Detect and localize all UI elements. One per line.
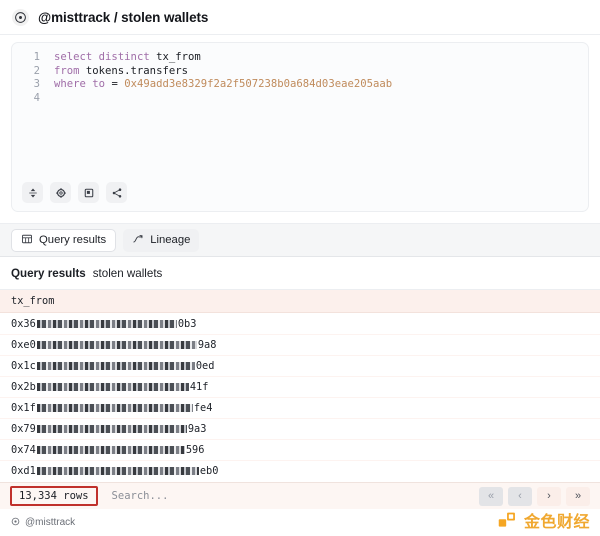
author-handle[interactable]: @misttrack (11, 517, 75, 529)
next-page-button[interactable]: › (537, 486, 561, 506)
sql-keyword: where (54, 78, 86, 91)
column-header-tx-from: tx_from (11, 295, 55, 307)
results-subtitle: stolen wallets (92, 267, 163, 280)
table-row[interactable]: 0x2b 41f (0, 376, 600, 397)
tab-lineage[interactable]: Lineage (123, 228, 200, 252)
search-input[interactable] (107, 490, 469, 502)
results-table-body: 0x36 0b3 0xe0 9a8 0x1c 0ed 0x2b 41f 0x1f fe4 … (0, 313, 600, 481)
address-prefix: 0x1f (11, 402, 36, 414)
table-icon (21, 233, 33, 248)
app-root: @misttrack / stolen wallets 1 select dis… (0, 0, 600, 536)
address-suffix: 9a3 (187, 423, 207, 435)
address-suffix: 9a8 (197, 339, 217, 351)
tab-label: Query results (39, 234, 107, 246)
watermark-text: 金色财经 (523, 512, 590, 531)
page-header: @misttrack / stolen wallets (0, 0, 600, 34)
line-number: 1 (33, 51, 40, 63)
sql-literal-address: 0x49add3e8329f2a2f507238b0a684d03eae205a… (124, 78, 393, 91)
editor-toolbar (22, 182, 127, 203)
sql-editor[interactable]: 1 select distinct tx_from 2 from tokens.… (11, 42, 589, 212)
last-page-button[interactable]: » (566, 486, 590, 506)
gear-icon[interactable] (50, 182, 71, 203)
redacted-address-block (36, 319, 177, 328)
address-prefix: 0xe0 (11, 339, 36, 351)
results-header: Query results stolen wallets (0, 257, 600, 290)
table-row[interactable]: 0xe0 9a8 (0, 334, 600, 355)
redacted-address-block (36, 446, 185, 454)
address-prefix: 0x79 (11, 423, 36, 435)
redacted-address-block (36, 383, 189, 391)
redacted-address-block (36, 467, 199, 475)
redacted-address-block (36, 362, 195, 370)
results-title: Query results (11, 267, 86, 280)
table-row[interactable]: 0x74 596 (0, 439, 600, 460)
target-circle-small-icon (11, 517, 20, 529)
first-page-button[interactable]: « (479, 486, 503, 506)
line-number: 4 (33, 91, 40, 104)
watermark: 金色财经 (497, 508, 590, 532)
table-column-header[interactable]: tx_from (0, 290, 600, 313)
rows-count-label: 13,334 rows (19, 490, 89, 502)
jinse-logo-icon (497, 510, 518, 531)
table-row[interactable]: 0xd1 eb0 (0, 460, 600, 481)
sql-keyword: from (54, 64, 80, 77)
table-row[interactable]: 0x36 0b3 (0, 313, 600, 334)
code-text: from tokens.transfers (45, 65, 188, 79)
bottom-strip: @misttrack 金色财经 (0, 509, 600, 536)
line-number: 3 (33, 78, 40, 91)
address-suffix: eb0 (199, 465, 219, 477)
address-suffix: fe4 (193, 402, 213, 414)
line-number: 2 (33, 64, 40, 77)
header-divider (0, 34, 600, 35)
address-prefix: 0x36 (11, 317, 36, 330)
address-prefix: 0xd1 (11, 465, 36, 477)
address-suffix: 0ed (195, 360, 215, 372)
redacted-address-block (36, 341, 197, 349)
sql-keyword: distinct (98, 51, 150, 63)
code-text: where to = 0x49add3e8329f2a2f507238b0a68… (45, 78, 392, 92)
table-row[interactable]: 0x79 9a3 (0, 418, 600, 439)
sql-identifier: tx_from (156, 51, 201, 63)
tab-query-results[interactable]: Query results (11, 228, 117, 252)
lineage-icon (132, 233, 144, 248)
address-prefix: 0x1c (11, 360, 36, 372)
rows-count-badge: 13,334 rows (10, 486, 98, 506)
results-footer: 13,334 rows « ‹ › » (0, 482, 600, 509)
share-icon[interactable] (106, 182, 127, 203)
results-tabbar: Query results Lineage (0, 223, 600, 257)
address-prefix: 0x74 (11, 444, 36, 456)
sql-keyword: select (54, 51, 93, 63)
sql-code-area[interactable]: 1 select distinct tx_from 2 from tokens.… (12, 43, 588, 105)
code-line: 4 (12, 92, 588, 106)
address-suffix: 596 (185, 444, 205, 456)
target-circle-icon (12, 8, 29, 26)
address-suffix: 41f (189, 381, 209, 393)
expand-collapse-icon[interactable] (22, 182, 43, 203)
code-line: 2 from tokens.transfers (12, 65, 588, 79)
sql-keyword: to (92, 78, 106, 91)
table-row[interactable]: 0x1f fe4 (0, 397, 600, 418)
address-prefix: 0x2b (11, 381, 36, 393)
author-handle-label: @misttrack (25, 517, 76, 528)
tab-label: Lineage (150, 234, 191, 246)
sql-operator: = (111, 78, 118, 91)
note-icon[interactable] (78, 182, 99, 203)
code-line: 3 where to = 0x49add3e8329f2a2f507238b0a… (12, 78, 588, 92)
pagination-controls: « ‹ › » (479, 486, 590, 506)
prev-page-button[interactable]: ‹ (508, 486, 532, 506)
redacted-address-block (36, 425, 187, 433)
code-line: 1 select distinct tx_from (12, 51, 588, 65)
address-suffix: 0b3 (177, 317, 197, 330)
table-row[interactable]: 0x1c 0ed (0, 355, 600, 376)
redacted-address-block (36, 404, 193, 412)
page-title: @misttrack / stolen wallets (38, 9, 209, 25)
code-text: select distinct tx_from (45, 51, 201, 65)
sql-identifier: tokens.transfers (85, 64, 188, 77)
